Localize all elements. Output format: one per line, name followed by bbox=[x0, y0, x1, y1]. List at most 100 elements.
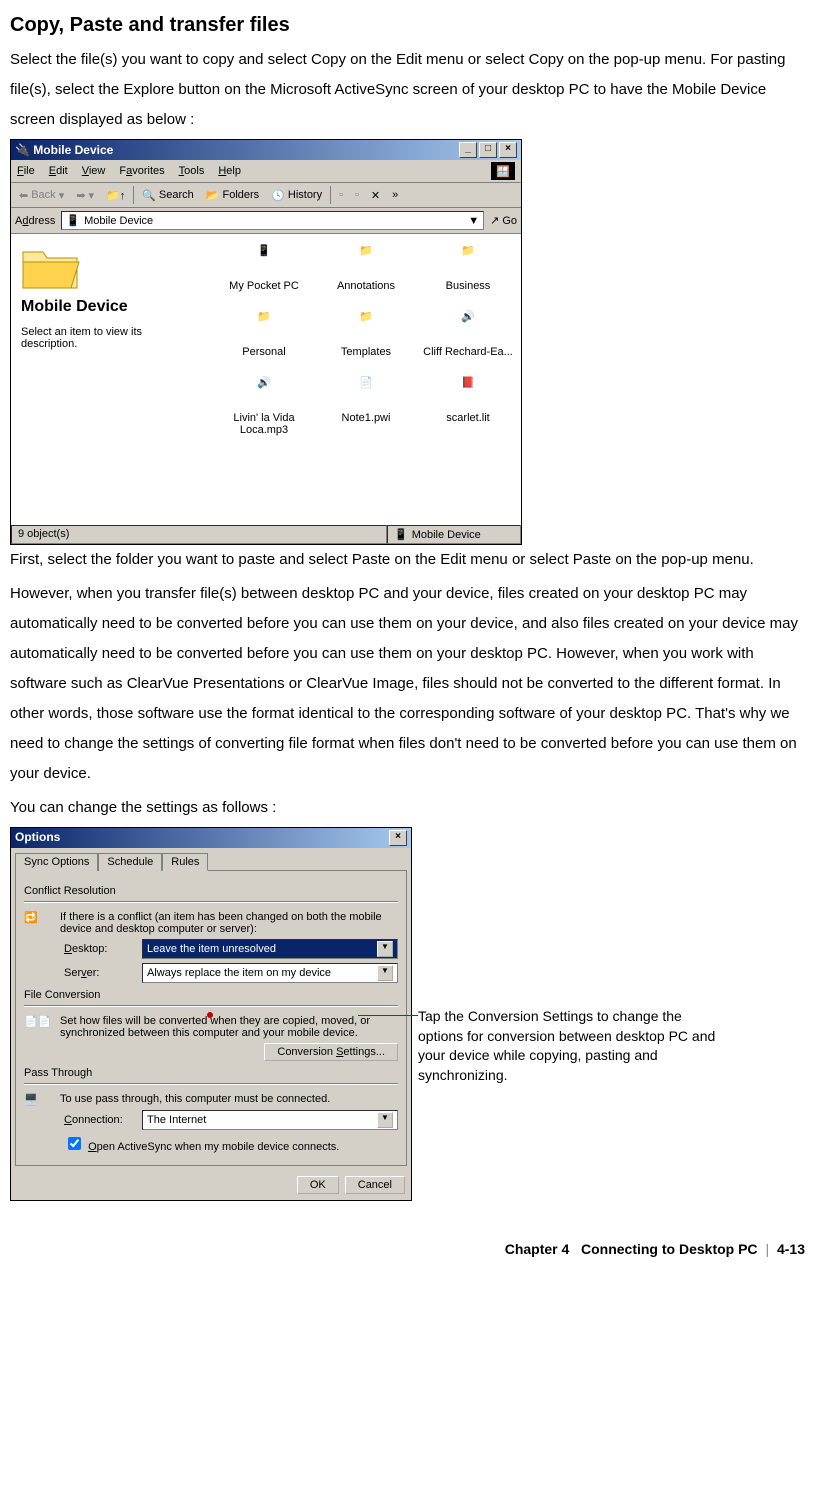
icon-grid: 📱 My Pocket PC 📁 Annotations 📁 Business … bbox=[211, 234, 521, 524]
desktop-combo[interactable]: Leave the item unresolved ▼ bbox=[142, 939, 398, 959]
move-to-icon[interactable]: ▫ bbox=[335, 187, 347, 203]
conflict-text: If there is a conflict (an item has been… bbox=[60, 911, 398, 935]
server-label: Server: bbox=[64, 967, 134, 979]
icon-note1[interactable]: 📄 Note1.pwi bbox=[317, 376, 415, 436]
pass-through-icon: 🖥️ bbox=[24, 1093, 52, 1106]
pass-through-label: Pass Through bbox=[24, 1067, 398, 1079]
side-panel-text: Select an item to view its description. bbox=[21, 326, 201, 350]
icon-my-pocket-pc[interactable]: 📱 My Pocket PC bbox=[215, 244, 313, 292]
folder-icon: 📁 bbox=[350, 310, 382, 342]
big-folder-icon bbox=[21, 244, 81, 292]
delete-icon[interactable]: ✕ bbox=[367, 187, 384, 204]
file-conversion-text: Set how files will be converted when the… bbox=[60, 1015, 398, 1039]
icon-livin-la-vida[interactable]: 🔊 Livin' la Vida Loca.mp3 bbox=[215, 376, 313, 436]
footer-chapter: Chapter 4 bbox=[505, 1241, 570, 1257]
window-titlebar: 🔌 Mobile Device _ □ × bbox=[11, 140, 521, 160]
address-input[interactable]: 📱 Mobile Device ▼ bbox=[61, 211, 484, 230]
connection-combo[interactable]: The Internet ▼ bbox=[142, 1110, 398, 1130]
footer-title: Connecting to Desktop PC bbox=[581, 1241, 758, 1257]
menubar: File Edit View Favorites Tools Help 🪟 bbox=[11, 160, 521, 183]
folder-icon: 📁 bbox=[248, 310, 280, 342]
open-activesync-checkbox[interactable]: Open ActiveSync when my mobile device co… bbox=[64, 1134, 339, 1153]
icon-annotations[interactable]: 📁 Annotations bbox=[317, 244, 415, 292]
folder-icon: 📁 bbox=[350, 244, 382, 276]
audio-file-icon: 🔊 bbox=[452, 310, 484, 342]
conversion-settings-button[interactable]: Conversion Settings... bbox=[264, 1043, 398, 1061]
paragraph-intro: Select the file(s) you want to copy and … bbox=[10, 45, 805, 135]
connection-label: Connection: bbox=[64, 1114, 134, 1126]
note-file-icon: 📄 bbox=[350, 376, 382, 408]
ok-button[interactable]: OK bbox=[297, 1176, 339, 1194]
menu-favorites[interactable]: Favorites bbox=[119, 165, 164, 177]
up-button[interactable]: 📁↑ bbox=[102, 187, 129, 204]
page-heading: Copy, Paste and transfer files bbox=[10, 14, 805, 37]
status-bar: 9 object(s) 📱 Mobile Device bbox=[11, 524, 521, 544]
address-label: Address bbox=[15, 215, 55, 227]
forward-button[interactable]: ➡ ▾ bbox=[72, 187, 98, 204]
cancel-button[interactable]: Cancel bbox=[345, 1176, 405, 1194]
dropdown-arrow-icon: ▼ bbox=[377, 965, 393, 981]
device-icon: 📱 bbox=[66, 214, 80, 227]
copy-to-icon[interactable]: ▫ bbox=[351, 187, 363, 203]
tab-sync-options[interactable]: Sync Options bbox=[15, 853, 98, 871]
page-footer: Chapter 4 Connecting to Desktop PC | 4-1… bbox=[10, 1241, 805, 1257]
options-title-text: Options bbox=[15, 830, 60, 846]
menu-tools[interactable]: Tools bbox=[179, 165, 205, 177]
conflict-icon: 🔁 bbox=[24, 911, 52, 924]
icon-scarlet[interactable]: 📕 scarlet.lit bbox=[419, 376, 517, 436]
window-title-text: Mobile Device bbox=[33, 143, 113, 157]
dropdown-icon[interactable]: ▼ bbox=[468, 215, 479, 227]
icon-personal[interactable]: 📁 Personal bbox=[215, 310, 313, 358]
tab-rules[interactable]: Rules bbox=[162, 853, 208, 871]
file-conversion-label: File Conversion bbox=[24, 989, 398, 1001]
folder-icon: 📁 bbox=[452, 244, 484, 276]
callout-text: Tap the Conversion Settings to change th… bbox=[418, 1007, 718, 1085]
address-bar: Address 📱 Mobile Device ▼ ↗Go bbox=[11, 208, 521, 234]
toolbar: ⬅ Back ▾ ➡ ▾ 📁↑ 🔍Search 📂Folders 🕓Histor… bbox=[11, 183, 521, 208]
history-button[interactable]: 🕓History bbox=[267, 187, 326, 204]
conflict-resolution-label: Conflict Resolution bbox=[24, 885, 398, 897]
go-button[interactable]: ↗Go bbox=[490, 214, 517, 227]
maximize-button[interactable]: □ bbox=[479, 142, 497, 158]
dropdown-arrow-icon: ▼ bbox=[377, 941, 393, 957]
desktop-label: Desktop: bbox=[64, 943, 134, 955]
back-button[interactable]: ⬅ Back ▾ bbox=[15, 187, 68, 204]
tab-body-rules: Conflict Resolution 🔁 If there is a conf… bbox=[15, 870, 407, 1166]
icon-cliff-rechard[interactable]: 🔊 Cliff Rechard-Ea... bbox=[419, 310, 517, 358]
footer-page: 4-13 bbox=[777, 1241, 805, 1257]
minimize-button[interactable]: _ bbox=[459, 142, 477, 158]
server-combo[interactable]: Always replace the item on my device ▼ bbox=[142, 963, 398, 983]
status-location: 📱 Mobile Device bbox=[387, 525, 521, 544]
more-icon[interactable]: » bbox=[388, 187, 402, 203]
side-panel: Mobile Device Select an item to view its… bbox=[11, 234, 211, 524]
folders-button[interactable]: 📂Folders bbox=[202, 187, 263, 204]
callout-line bbox=[358, 1015, 418, 1016]
explorer-window: 🔌 Mobile Device _ □ × File Edit View Fav… bbox=[10, 139, 522, 545]
file-conversion-icon: 📄📄 bbox=[24, 1015, 52, 1028]
paragraph-paste: First, select the folder you want to pas… bbox=[10, 545, 805, 575]
address-value: Mobile Device bbox=[84, 215, 153, 227]
close-button[interactable]: × bbox=[499, 142, 517, 158]
paragraph-convert: However, when you transfer file(s) betwe… bbox=[10, 579, 805, 789]
windows-logo-icon: 🪟 bbox=[491, 162, 515, 180]
menu-help[interactable]: Help bbox=[218, 165, 241, 177]
icon-business[interactable]: 📁 Business bbox=[419, 244, 517, 292]
dropdown-arrow-icon: ▼ bbox=[377, 1112, 393, 1128]
callout-dot-icon bbox=[207, 1012, 213, 1018]
status-object-count: 9 object(s) bbox=[11, 525, 387, 544]
tab-strip: Sync Options Schedule Rules bbox=[11, 848, 411, 870]
pass-through-text: To use pass through, this computer must … bbox=[60, 1093, 398, 1105]
options-close-button[interactable]: × bbox=[389, 830, 407, 846]
options-titlebar: Options × bbox=[11, 828, 411, 848]
search-button[interactable]: 🔍Search bbox=[138, 187, 198, 204]
icon-templates[interactable]: 📁 Templates bbox=[317, 310, 415, 358]
menu-view[interactable]: View bbox=[82, 165, 106, 177]
menu-file[interactable]: File bbox=[17, 165, 35, 177]
menu-edit[interactable]: Edit bbox=[49, 165, 68, 177]
lit-file-icon: 📕 bbox=[452, 376, 484, 408]
side-panel-title: Mobile Device bbox=[21, 298, 201, 316]
tab-schedule[interactable]: Schedule bbox=[98, 853, 162, 871]
paragraph-change-settings: You can change the settings as follows : bbox=[10, 793, 805, 823]
pda-icon: 📱 bbox=[248, 244, 280, 276]
audio-file-icon: 🔊 bbox=[248, 376, 280, 408]
